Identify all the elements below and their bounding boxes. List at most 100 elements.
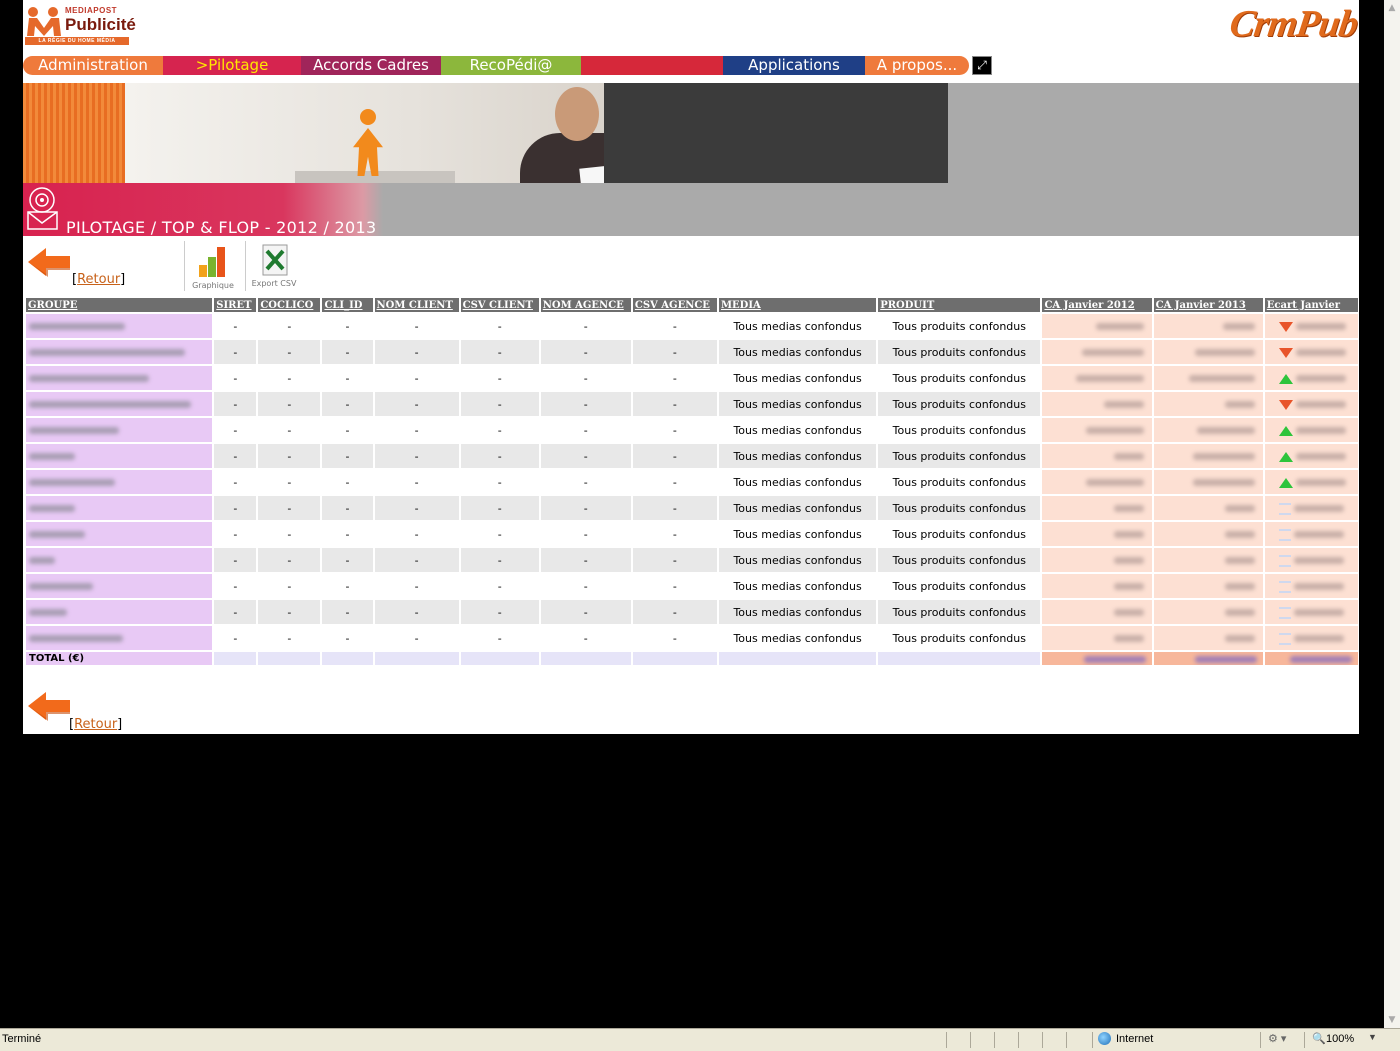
bar-chart-icon: [199, 247, 225, 277]
back-link-label-bottom[interactable]: Retour: [74, 717, 117, 732]
zoom-dropdown-icon[interactable]: ▼: [1368, 1032, 1377, 1042]
browser-viewport: MEDIAPOST Publicité LA RÉGIE DU HOME MÉD…: [0, 0, 1400, 1028]
cell-csv-client: -: [460, 496, 539, 522]
chart-button[interactable]: Graphique: [184, 241, 242, 291]
mediapost-m-icon: [27, 7, 61, 36]
col-coclico[interactable]: COCLICO: [258, 298, 321, 314]
trend-equal-icon: [1278, 632, 1291, 645]
col-csv-client[interactable]: CSV CLIENT: [460, 298, 539, 314]
cell-ca-2013: [1153, 470, 1263, 496]
cell-groupe: [26, 340, 213, 366]
cell-media: Tous medias confondus: [718, 444, 877, 470]
cell-csv-client: -: [460, 340, 539, 366]
back-arrow-icon[interactable]: [26, 246, 71, 278]
nav-tab-applications[interactable]: Applications: [723, 56, 865, 75]
cell-ca-2013: [1153, 340, 1263, 366]
cell-media: Tous medias confondus: [718, 418, 877, 444]
col-ecart-janvier[interactable]: Ecart Janvier: [1264, 298, 1358, 314]
page-title: PILOTAGE / TOP & FLOP - 2012 / 2013: [66, 218, 377, 237]
table-row: - - - - - - - Tous medias confondus Tous produit…: [26, 496, 1358, 522]
cell-groupe: [26, 626, 213, 652]
cell-siret: -: [214, 548, 257, 574]
scroll-up-icon[interactable]: ▲: [1384, 0, 1400, 16]
logo-brand-main: Publicité: [65, 15, 136, 34]
cell-nom-client: -: [374, 626, 459, 652]
cell-cli-id: -: [322, 444, 373, 470]
cell-siret: -: [214, 366, 257, 392]
col-groupe[interactable]: GROUPE: [26, 298, 213, 314]
col-ca-janvier-2013[interactable]: CA Janvier 2013: [1153, 298, 1263, 314]
cell-siret: -: [214, 574, 257, 600]
vertical-scrollbar[interactable]: ▲ ▼: [1384, 0, 1400, 1028]
back-link-label[interactable]: Retour: [77, 272, 120, 287]
back-arrow-icon-bottom[interactable]: [26, 690, 71, 722]
nav-tab-blank[interactable]: [581, 56, 723, 75]
col-siret[interactable]: SIRET: [214, 298, 257, 314]
cell-cli-id: -: [322, 600, 373, 626]
cell-cli-id: -: [322, 366, 373, 392]
cell-nom-agence: -: [540, 340, 631, 366]
cell-csv-client: -: [460, 392, 539, 418]
zoom-level[interactable]: 100%: [1326, 1033, 1354, 1045]
nav-tab-pilotage[interactable]: >Pilotage: [163, 56, 301, 75]
export-csv-button[interactable]: Export CSV: [245, 241, 303, 291]
cell-nom-client: -: [374, 314, 459, 340]
cell-csv-client: -: [460, 314, 539, 340]
cell-ecart: [1264, 600, 1358, 626]
trend-up-icon: [1278, 451, 1293, 462]
cell-media: Tous medias confondus: [718, 470, 877, 496]
cell-groupe: [26, 548, 213, 574]
col-produit[interactable]: PRODUIT: [878, 298, 1041, 314]
cell-coclico: -: [258, 340, 321, 366]
col-media[interactable]: MEDIA: [718, 298, 877, 314]
cell-coclico: -: [258, 548, 321, 574]
table-row: - - - - - - - Tous medias confondus Tous produit…: [26, 548, 1358, 574]
trend-equal-icon: [1278, 606, 1291, 619]
back-link-top[interactable]: [Retour]: [72, 272, 125, 287]
cell-groupe: [26, 418, 213, 444]
cell-coclico: -: [258, 444, 321, 470]
col-cli-id[interactable]: CLI_ID: [322, 298, 373, 314]
cell-produit: Tous produits confondus: [878, 574, 1041, 600]
cell-media: Tous medias confondus: [718, 626, 877, 652]
cell-coclico: -: [258, 600, 321, 626]
cell-csv-agence: -: [632, 600, 717, 626]
crmpub-logo: CrmPub: [1227, 3, 1360, 45]
table-row: - - - - - - - Tous medias confondus Tous produit…: [26, 522, 1358, 548]
protected-mode-icon[interactable]: ⚙ ▾: [1268, 1032, 1286, 1045]
cell-nom-client: -: [374, 548, 459, 574]
col-csv-agence[interactable]: CSV AGENCE: [632, 298, 717, 314]
col-nom-agence[interactable]: NOM AGENCE: [540, 298, 631, 314]
mediapost-logo[interactable]: MEDIAPOST Publicité LA RÉGIE DU HOME MÉD…: [25, 2, 136, 46]
cell-ca-2012: [1042, 418, 1152, 444]
cell-nom-client: -: [374, 418, 459, 444]
nav-tab-a-propos[interactable]: A propos...: [865, 56, 969, 75]
cell-ca-2012: [1042, 470, 1152, 496]
cell-ecart: [1264, 470, 1358, 496]
cell-produit: Tous produits confondus: [878, 418, 1041, 444]
cell-produit: Tous produits confondus: [878, 548, 1041, 574]
banner: [23, 83, 1359, 187]
col-ca-janvier-2012[interactable]: CA Janvier 2012: [1042, 298, 1152, 314]
excel-icon: [262, 244, 288, 276]
nav-tab-recopedia[interactable]: RecoPédi@: [441, 56, 581, 75]
back-link-bottom[interactable]: [Retour]: [69, 717, 122, 732]
logo-brand-top: MEDIAPOST: [65, 6, 118, 15]
trend-equal-icon: [1278, 528, 1291, 541]
cell-coclico: -: [258, 392, 321, 418]
nav-tab-administration[interactable]: Administration: [23, 56, 163, 75]
col-nom-client[interactable]: NOM CLIENT: [374, 298, 459, 314]
scroll-down-icon[interactable]: ▼: [1384, 1012, 1400, 1028]
table-row: - - - - - - - Tous medias confondus Tous produit…: [26, 600, 1358, 626]
cell-coclico: -: [258, 418, 321, 444]
cell-ecart: [1264, 444, 1358, 470]
nav-tab-accords-cadres[interactable]: Accords Cadres: [301, 56, 441, 75]
table-row: - - - - - - - Tous medias confondus Tous produit…: [26, 444, 1358, 470]
cell-media: Tous medias confondus: [718, 392, 877, 418]
cell-produit: Tous produits confondus: [878, 340, 1041, 366]
table-row: - - - - - - - Tous medias confondus Tous produit…: [26, 366, 1358, 392]
banner-dark-panel: [604, 83, 948, 183]
cell-ca-2013: [1153, 314, 1263, 340]
cell-siret: -: [214, 496, 257, 522]
fullscreen-icon[interactable]: ⤢: [972, 56, 992, 75]
